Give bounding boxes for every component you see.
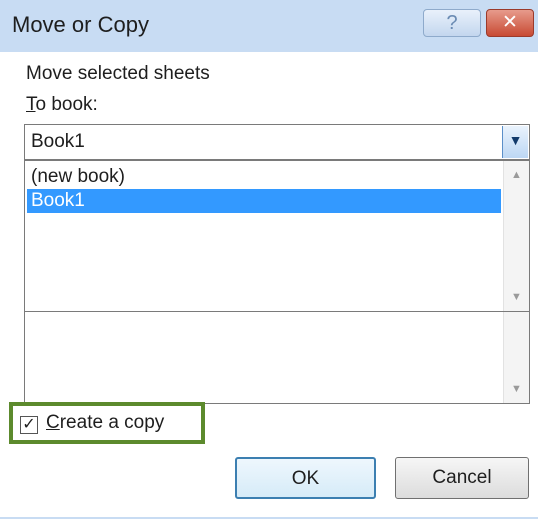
scroll-up-icon[interactable]: ▲ — [504, 163, 529, 187]
chevron-down-icon: ▼ — [508, 132, 523, 148]
create-copy-checkbox[interactable]: ✓ — [20, 416, 38, 434]
help-button[interactable]: ? — [423, 9, 481, 37]
before-sheet-listbox[interactable]: ▼ — [24, 312, 530, 404]
to-book-label: To book: — [26, 94, 98, 116]
to-book-combobox[interactable]: Book1 ▼ — [24, 124, 530, 160]
before-sheet-scrollbar[interactable]: ▼ — [503, 312, 529, 403]
list-item-new-book[interactable]: (new book) — [27, 165, 501, 189]
close-icon: ✕ — [502, 12, 518, 33]
dialog-body: Move selected sheets To book: Book1 ▼ (n… — [0, 52, 538, 519]
scroll-down-icon[interactable]: ▼ — [504, 377, 529, 401]
move-or-copy-dialog: Move or Copy ? ✕ Move selected sheets To… — [0, 0, 538, 519]
checkmark-icon: ✓ — [22, 416, 36, 433]
move-selected-sheets-label: Move selected sheets — [26, 63, 210, 84]
cancel-button[interactable]: Cancel — [395, 457, 529, 499]
close-button[interactable]: ✕ — [486, 9, 534, 37]
list-item-book1[interactable]: Book1 — [27, 189, 501, 213]
combo-dropdown-button[interactable]: ▼ — [502, 126, 528, 158]
title-bar[interactable]: Move or Copy ? ✕ — [0, 0, 538, 52]
create-copy-label[interactable]: Create a copy — [46, 412, 164, 434]
book-list-scrollbar[interactable]: ▲ ▼ — [503, 161, 529, 311]
to-book-accelerator: T — [26, 94, 36, 115]
window-title: Move or Copy — [12, 12, 149, 37]
ok-button[interactable]: OK — [235, 457, 376, 499]
question-icon: ? — [446, 12, 458, 34]
create-copy-text: reate a copy — [59, 412, 165, 433]
to-book-text: o book: — [35, 94, 98, 115]
to-book-value: Book1 — [31, 131, 85, 152]
create-copy-accelerator: C — [46, 412, 60, 433]
scroll-down-icon[interactable]: ▼ — [504, 285, 529, 309]
book-listbox[interactable]: (new book) Book1 ▲ ▼ — [24, 160, 530, 312]
